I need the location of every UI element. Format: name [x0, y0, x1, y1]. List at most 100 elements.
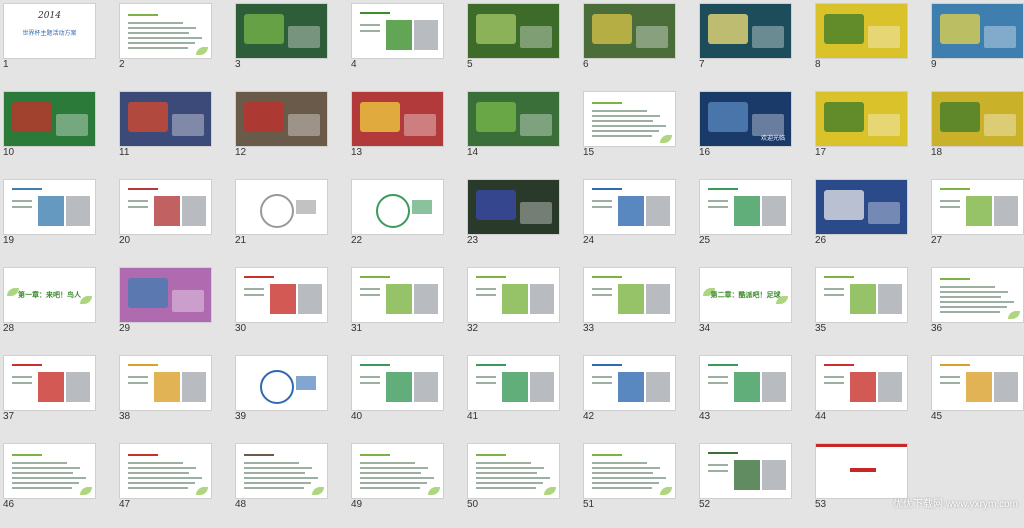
slide-thumbnail[interactable]: [119, 443, 212, 499]
slide-thumbnail[interactable]: [583, 179, 676, 235]
slide-thumbnail[interactable]: [467, 91, 560, 147]
leaf-decoration: [660, 487, 672, 495]
slide-cell: 21: [232, 176, 348, 264]
slide-cell: 2: [116, 0, 232, 88]
slide-number: 40: [351, 411, 363, 422]
text-line: [360, 364, 390, 366]
slide-thumbnail[interactable]: 欢迎光临: [699, 91, 792, 147]
text-line: [476, 364, 506, 366]
slide-thumbnail[interactable]: [467, 179, 560, 235]
text-line: [940, 301, 1014, 303]
photo-block: [128, 102, 168, 132]
slide-thumbnail[interactable]: [583, 91, 676, 147]
slide-thumbnail[interactable]: [583, 3, 676, 59]
slide-thumbnail[interactable]: [235, 443, 328, 499]
text-line: [244, 487, 304, 489]
text-line: [824, 294, 844, 296]
slide-thumbnail[interactable]: [119, 179, 212, 235]
text-line: [592, 206, 612, 208]
slide-thumbnail[interactable]: [815, 3, 908, 59]
diagram-circle: [260, 370, 294, 404]
slide-cell: 17: [812, 88, 928, 176]
slide-thumbnail[interactable]: [931, 3, 1024, 59]
image-block: [762, 196, 786, 226]
slide-thumbnail[interactable]: [467, 443, 560, 499]
photo-block: [56, 114, 88, 136]
slide-number: 43: [699, 411, 711, 422]
slide-cell: 11: [116, 88, 232, 176]
photo-block: [708, 14, 748, 44]
photo-block: [636, 26, 668, 48]
slide-thumbnail[interactable]: [699, 443, 792, 499]
slide-cell: 26: [812, 176, 928, 264]
slide-subtitle-text: 世界杯主题活动方案: [22, 30, 77, 37]
slide-number: 30: [235, 323, 247, 334]
slide-thumbnail[interactable]: [351, 179, 444, 235]
slide-thumbnail[interactable]: [467, 267, 560, 323]
slide-thumbnail[interactable]: [583, 443, 676, 499]
slide-thumbnail[interactable]: [931, 355, 1024, 411]
image-block: [850, 372, 876, 402]
slide-thumbnail[interactable]: [699, 3, 792, 59]
text-line: [708, 470, 728, 472]
text-line: [708, 452, 738, 454]
slide-thumbnail[interactable]: [351, 91, 444, 147]
slide-cell: 52: [696, 440, 812, 528]
slide-thumbnail[interactable]: [351, 267, 444, 323]
slide-cell: 29: [116, 264, 232, 352]
text-line: [128, 47, 188, 49]
slide-thumbnail[interactable]: 2014 世界杯主题活动方案: [3, 3, 96, 59]
slide-thumbnail[interactable]: [119, 355, 212, 411]
slide-thumbnail[interactable]: [235, 179, 328, 235]
text-line: [592, 364, 622, 366]
slide-number: 10: [3, 147, 15, 158]
slide-thumbnail[interactable]: [119, 91, 212, 147]
slide-thumbnail[interactable]: [3, 355, 96, 411]
photo-block: [288, 26, 320, 48]
slide-thumbnail[interactable]: [815, 443, 908, 499]
slide-number: 42: [583, 411, 595, 422]
slide-thumbnail[interactable]: 第二章：酷派吧！足球: [699, 267, 792, 323]
slide-thumbnail[interactable]: [583, 267, 676, 323]
slide-number: 12: [235, 147, 247, 158]
leaf-decoration: [196, 487, 208, 495]
slide-cell: 13: [348, 88, 464, 176]
slide-thumbnail[interactable]: [815, 91, 908, 147]
slide-thumbnail[interactable]: [467, 355, 560, 411]
slide-number: 24: [583, 235, 595, 246]
slide-thumbnail[interactable]: [235, 91, 328, 147]
text-line: [592, 120, 653, 122]
slide-thumbnail[interactable]: [931, 179, 1024, 235]
slide-thumbnail[interactable]: [699, 355, 792, 411]
slide-thumbnail[interactable]: [3, 91, 96, 147]
slide-thumbnail[interactable]: [815, 355, 908, 411]
slide-thumbnail[interactable]: [119, 3, 212, 59]
slide-cell: 19: [0, 176, 116, 264]
slide-thumbnail[interactable]: [931, 267, 1024, 323]
slide-thumbnail[interactable]: [351, 3, 444, 59]
text-line: [592, 477, 666, 479]
image-block: [734, 372, 760, 402]
slide-number: 44: [815, 411, 827, 422]
slide-thumbnail[interactable]: [351, 355, 444, 411]
photo-block: [520, 114, 552, 136]
slide-thumbnail[interactable]: [699, 179, 792, 235]
leaf-decoration: [544, 487, 556, 495]
text-line: [244, 288, 264, 290]
slide-thumbnail[interactable]: [583, 355, 676, 411]
text-line: [708, 376, 728, 378]
slide-thumbnail[interactable]: [235, 3, 328, 59]
slide-thumbnail[interactable]: [931, 91, 1024, 147]
slide-thumbnail[interactable]: [351, 443, 444, 499]
slide-cell: 9: [928, 0, 1024, 88]
slide-thumbnail[interactable]: [119, 267, 212, 323]
slide-thumbnail[interactable]: [3, 179, 96, 235]
slide-thumbnail[interactable]: [815, 179, 908, 235]
slide-thumbnail[interactable]: [235, 267, 328, 323]
slide-thumbnail[interactable]: [815, 267, 908, 323]
slide-thumbnail[interactable]: [467, 3, 560, 59]
slide-thumbnail[interactable]: [3, 443, 96, 499]
slide-thumbnail[interactable]: 第一章：来吧！鸟人: [3, 267, 96, 323]
slide-thumbnail[interactable]: [235, 355, 328, 411]
text-line: [940, 296, 1001, 298]
